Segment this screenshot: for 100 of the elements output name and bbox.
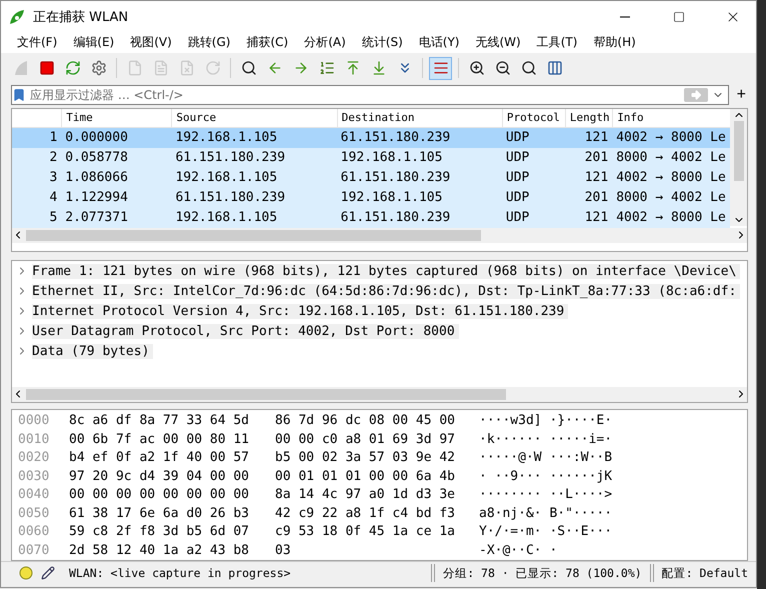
add-button[interactable]: + [734, 86, 748, 103]
zoom-out-icon [494, 60, 510, 76]
table-cell-text: 61.151.180.239 [174, 150, 286, 166]
menu-item[interactable]: 工具(T) [528, 34, 586, 52]
table-cell-text: UDP [504, 190, 530, 206]
menu-item[interactable]: 编辑(E) [65, 34, 122, 52]
table-cell-text: 121 [584, 130, 610, 146]
hex-bytes: c9 53 18 0f 45 1a ce 1a [275, 524, 456, 540]
scrollbar[interactable] [12, 386, 747, 402]
tree-item[interactable]: User Datagram Protocol, Src Port: 4002, Dst Port: 8000 [32, 324, 459, 339]
table-cell-text: 1 [48, 130, 58, 146]
menu-item[interactable]: 跳转(G) [180, 34, 238, 52]
table-cell-text: 61.151.180.239 [174, 190, 286, 206]
table-cell-text: 1.122994 [64, 190, 129, 206]
hex-bytes: 86 7d 96 dc 08 00 45 00 [275, 413, 456, 428]
scrollbar[interactable] [12, 228, 747, 243]
table-cell-text: 3 [48, 170, 58, 186]
offset-label: 0030 [17, 468, 50, 484]
table-cell-text: 4 [48, 190, 58, 206]
offset-label: 0060 [17, 524, 50, 540]
status-icon[interactable] [19, 566, 33, 580]
window-title: 正在捕获 WLAN [33, 8, 130, 26]
table-cell-text: UDP [504, 210, 530, 226]
menu-item[interactable]: 文件(F) [9, 34, 66, 52]
offset-label: 0010 [17, 432, 50, 447]
offset-label: 0000 [17, 413, 50, 428]
tree-item[interactable]: Ethernet II, Src: IntelCor_7d:96:dc (64:5d:86:7d:96:dc), Dst: Tp-LinkT_8a:77:33 (8c:a6:df: [32, 284, 740, 299]
app-logo-icon [9, 8, 25, 24]
menu-item[interactable]: 视图(V) [122, 34, 180, 52]
scrollbar[interactable] [730, 108, 747, 226]
offset-label: 0070 [17, 542, 50, 558]
ascii-text: -X·@··C· · [479, 542, 558, 558]
list-icon [318, 60, 334, 76]
hex-bytes: 8a 14 4c 97 a0 1d d3 3e [275, 487, 456, 502]
ascii-text: ·····@·W ···:W··B [479, 450, 614, 466]
hex-bytes: b4 ef 0f a2 1f 40 00 57 [69, 450, 250, 466]
bookmark-icon [12, 88, 26, 102]
tree-item[interactable]: Frame 1: 121 bytes on wire (968 bits), 121 bytes captured (968 bits) on interface \Device\ [32, 264, 740, 279]
tree-item[interactable]: Internet Protocol Version 4, Src: 192.168.1.105, Dst: 61.151.180.239 [32, 304, 568, 319]
table-cell-text: 5 [48, 210, 58, 226]
hex-bytes: 00 00 c0 a8 01 69 3d 97 [275, 432, 456, 447]
search-icon [520, 60, 536, 76]
packet-row[interactable]: 2 0.058778 61.151.180.239 192.168.1.105 UDP 201 8000 → 4002 Le [12, 148, 730, 168]
menu-item[interactable]: 帮助(H) [585, 34, 644, 52]
packet-row[interactable]: 5 2.077371 192.168.1.105 61.151.180.239 UDP 121 4002 → 8000 Le [12, 208, 730, 228]
column-header[interactable]: Time [61, 108, 172, 127]
table-cell-text: 1.086066 [64, 170, 129, 186]
column-header[interactable]: Protocol [502, 108, 565, 127]
offset-label: 0040 [17, 487, 50, 502]
table-cell-text: 4002 → 8000 Le [615, 130, 727, 146]
table-cell-text: 0.000000 [64, 130, 129, 146]
file-icon [126, 60, 142, 76]
table-cell-text: 192.168.1.105 [340, 150, 444, 166]
left-arrow-icon [266, 60, 282, 76]
filter-field[interactable]: 应用显示过滤器 … <Ctrl-/> [11, 84, 729, 105]
table-cell-text: UDP [504, 170, 530, 186]
menu-item[interactable]: 统计(S) [354, 34, 411, 52]
menu-item[interactable]: 无线(W) [467, 34, 529, 52]
restart-icon [64, 60, 80, 76]
maximize-icon [673, 10, 685, 22]
table-cell-text: 4002 → 8000 Le [615, 170, 727, 186]
edit-icon[interactable] [41, 566, 55, 580]
ascii-text: a8·nj·&· B·"····· [479, 506, 614, 521]
table-cell-text: 192.168.1.105 [174, 130, 278, 146]
profile-label[interactable]: 配置: Default [662, 566, 748, 581]
table-cell-text: 4002 → 8000 Le [615, 210, 727, 226]
column-header[interactable]: Destination [336, 108, 502, 127]
menu-item[interactable]: 电话(Y) [410, 34, 468, 52]
columns-icon [546, 60, 562, 76]
column-header[interactable]: Length [564, 108, 612, 127]
gear-icon [90, 60, 106, 76]
packet-row[interactable]: 3 1.086066 192.168.1.105 61.151.180.239 UDP 121 4002 → 8000 Le [12, 168, 730, 188]
search-icon [240, 60, 256, 76]
arrow-up-bar-icon [344, 60, 360, 76]
fin-icon [12, 60, 28, 76]
packet-row[interactable]: 1 0.000000 192.168.1.105 61.151.180.239 UDP 121 4002 → 8000 Le [12, 128, 730, 148]
hex-bytes: 00 00 00 00 00 00 00 00 [69, 487, 250, 502]
table-cell-text: 192.168.1.105 [174, 170, 278, 186]
zoom-in-icon [468, 60, 484, 76]
ascii-text: ·k······ ·····i=· [479, 432, 614, 447]
packet-row[interactable]: 4 1.122994 61.151.180.239 192.168.1.105 UDP 201 8000 → 4002 Le [12, 188, 730, 208]
packet-count: 分组: 78 · 已显示: 78 (100.0%) [443, 566, 642, 581]
reload-icon [204, 60, 220, 76]
status-text: WLAN: <live capture in progress> [68, 566, 292, 580]
table-cell-text: 121 [584, 170, 610, 186]
table-cell-text: 0.058778 [64, 150, 129, 166]
stop-icon [38, 60, 54, 76]
hex-bytes: 59 c8 2f f8 3d b5 6d 07 [69, 524, 250, 540]
menu-item[interactable]: 分析(A) [296, 34, 354, 52]
column-header[interactable]: Source [171, 108, 337, 127]
hex-bytes: 00 01 01 01 00 00 6a 4b [275, 468, 456, 484]
hex-bytes: 00 6b 7f ac 00 00 80 11 [69, 432, 250, 447]
table-cell-text: UDP [504, 150, 530, 166]
menu-item[interactable]: 捕获(C) [238, 34, 296, 52]
hex-bytes: 97 20 9c d4 39 04 00 00 [69, 468, 250, 484]
tree-item[interactable]: Data (79 bytes) [32, 344, 154, 359]
hex-bytes: 42 c9 22 a8 1f c4 bd f3 [275, 506, 456, 521]
filter-input[interactable]: 应用显示过滤器 … <Ctrl-/> [30, 88, 680, 102]
offset-label: 0050 [17, 506, 50, 521]
hex-bytes: 2d 58 12 40 1a a2 43 b8 [69, 542, 250, 558]
